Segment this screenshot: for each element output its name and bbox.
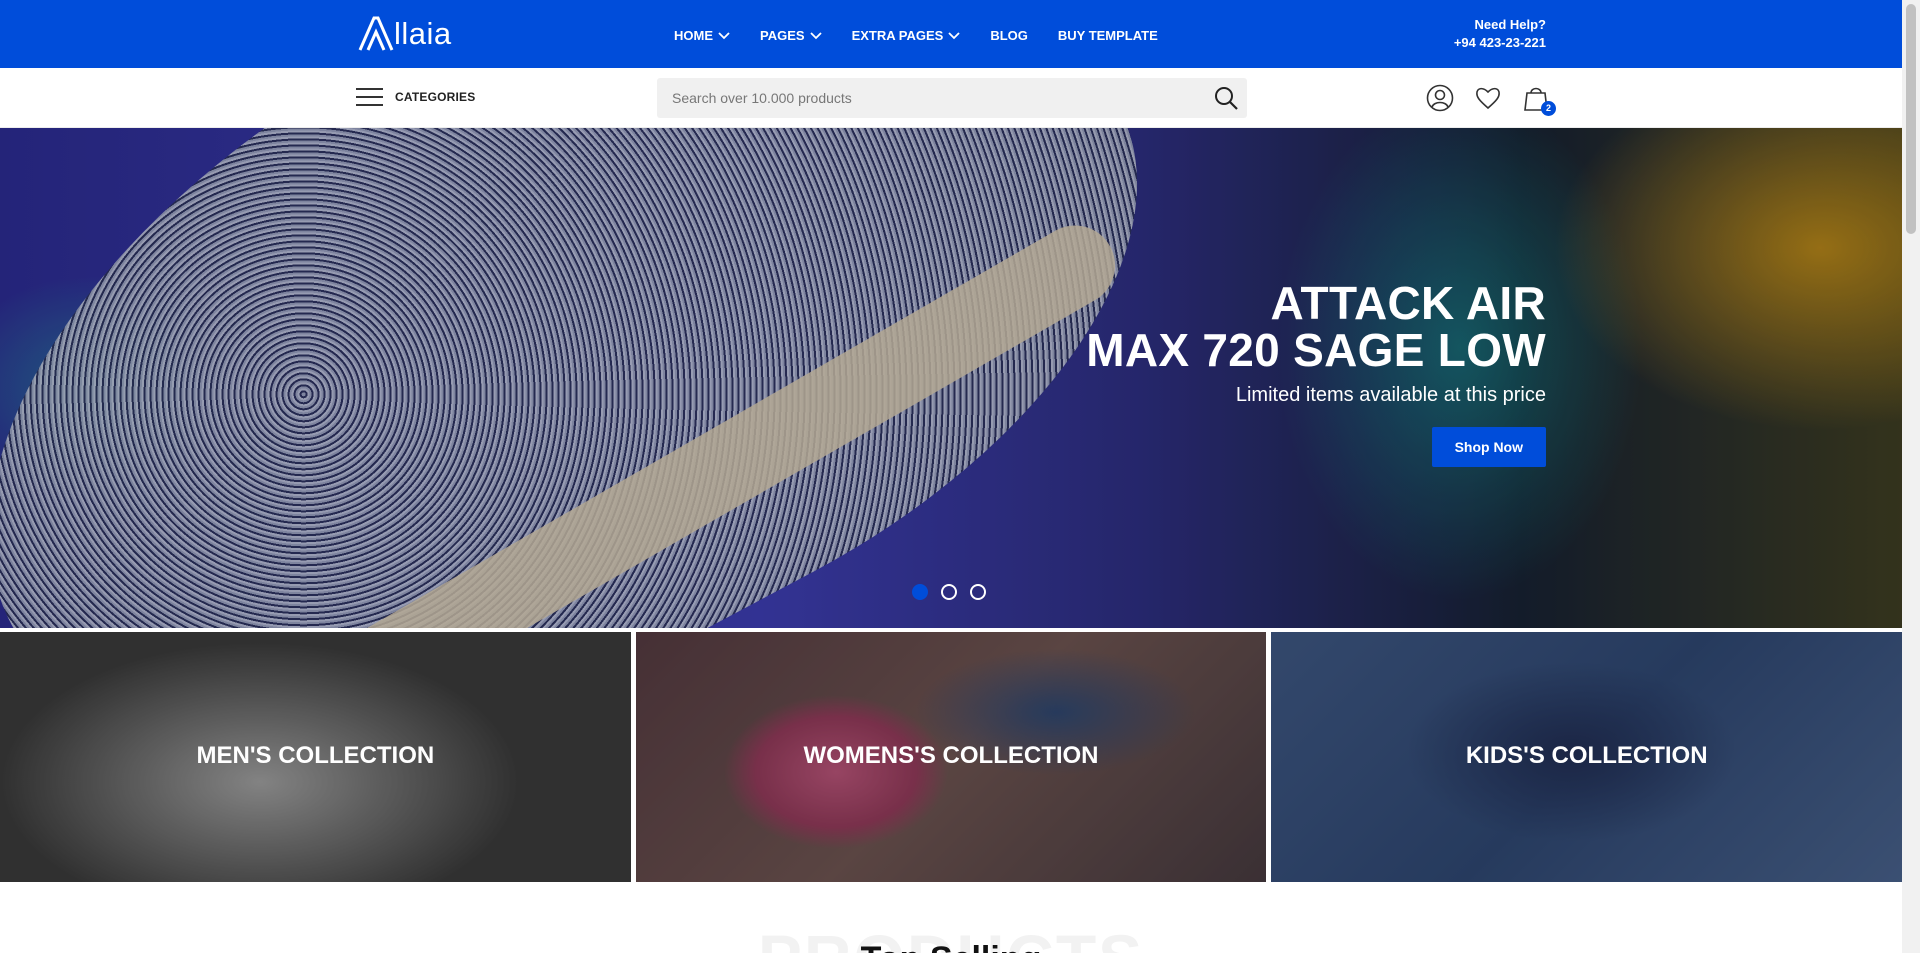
account-icons: 2 <box>1426 84 1556 116</box>
collections: MEN'S COLLECTION WOMENS'S COLLECTION KID… <box>0 632 1903 882</box>
nav-extra-pages-label: EXTRA PAGES <box>851 28 944 43</box>
cart-button[interactable]: 2 <box>1522 84 1556 116</box>
collection-women[interactable]: WOMENS'S COLLECTION <box>635 632 1267 882</box>
collection-kids[interactable]: KIDS'S COLLECTION <box>1271 632 1903 882</box>
hero-caption: ATTACK AIR MAX 720 SAGE LOW Limited item… <box>1086 280 1546 467</box>
products-title: Top Selling <box>0 940 1902 953</box>
help-label: Need Help? <box>1474 17 1546 32</box>
hero-title: ATTACK AIR MAX 720 SAGE LOW <box>1086 280 1546 374</box>
help-phone[interactable]: +94 423-23-221 <box>1454 34 1546 52</box>
hamburger-icon <box>356 86 383 108</box>
nav-home-label: HOME <box>674 28 713 43</box>
brand-name: llaia <box>394 16 452 51</box>
collection-men[interactable]: MEN'S COLLECTION <box>0 632 631 882</box>
scrollbar-thumb[interactable] <box>1906 4 1916 234</box>
page-scrollbar[interactable] <box>1902 0 1920 953</box>
collection-kids-title: KIDS'S COLLECTION <box>1465 742 1708 769</box>
main-nav: HOME PAGES EXTRA PAGES BLOG BUY TEMPLATE <box>674 28 1188 43</box>
hero-title-line2: MAX 720 SAGE LOW <box>1086 324 1546 376</box>
products-heading: PRODUCTS Top Selling <box>0 920 1902 953</box>
heart-icon[interactable] <box>1474 84 1502 112</box>
hero-overlay <box>0 128 1902 628</box>
chevron-down-icon <box>718 31 730 39</box>
hero-subtitle: Limited items available at this price <box>1235 384 1546 406</box>
nav-pages[interactable]: PAGES <box>760 28 822 43</box>
slider-dot-3[interactable] <box>970 584 986 600</box>
search-box <box>657 78 1247 118</box>
slider-dot-2[interactable] <box>941 584 957 600</box>
categories-label: CATEGORIES <box>395 90 476 104</box>
collection-women-title: WOMENS'S COLLECTION <box>803 742 1099 769</box>
nav-extra-pages[interactable]: EXTRA PAGES <box>852 28 961 43</box>
logo[interactable]: llaia <box>356 14 452 54</box>
hero-slider: ATTACK AIR MAX 720 SAGE LOW Limited item… <box>0 128 1902 628</box>
sub-header: CATEGORIES 2 <box>0 68 1902 128</box>
search-input[interactable] <box>657 78 1177 118</box>
user-icon[interactable] <box>1426 84 1454 112</box>
cart-count-badge: 2 <box>1541 101 1556 116</box>
slider-dot-1[interactable] <box>912 584 928 600</box>
collection-men-title: MEN'S COLLECTION <box>196 742 435 769</box>
search-icon[interactable] <box>1213 85 1239 111</box>
top-header: llaia HOME PAGES EXTRA PAGES BLOG BUY TE… <box>0 0 1902 68</box>
slider-dots <box>912 584 986 600</box>
nav-home[interactable]: HOME <box>674 28 730 43</box>
nav-blog-label: BLOG <box>990 28 1028 43</box>
shop-now-button[interactable]: Shop Now <box>1431 427 1546 467</box>
chevron-down-icon <box>809 31 822 39</box>
categories-menu[interactable]: CATEGORIES <box>356 86 475 108</box>
help-contact: Need Help? +94 423-23-221 <box>1454 16 1546 52</box>
nav-blog[interactable]: BLOG <box>990 28 1028 43</box>
logo-icon <box>358 16 394 51</box>
nav-pages-label: PAGES <box>760 28 805 43</box>
hero-title-line1: ATTACK AIR <box>1270 277 1546 329</box>
nav-buy-template-label: BUY TEMPLATE <box>1057 28 1158 43</box>
nav-buy-template[interactable]: BUY TEMPLATE <box>1058 28 1158 43</box>
chevron-down-icon <box>948 31 960 39</box>
